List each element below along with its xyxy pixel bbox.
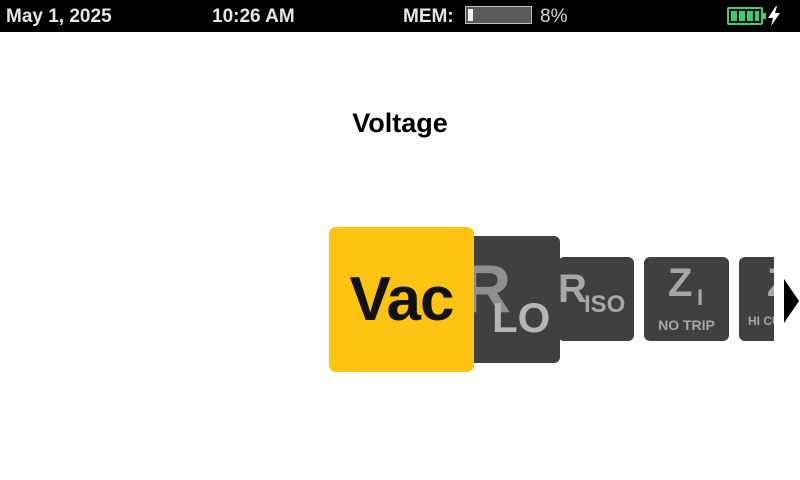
memory-usage-bar [465,6,532,24]
mode-tile-riso[interactable]: R ISO [558,257,634,341]
battery-cell [739,11,745,21]
status-date: May 1, 2025 [6,6,112,27]
mode-caption: HI CU [748,314,774,328]
chevron-right-icon[interactable] [782,278,800,324]
mode-subscript: LO [492,294,551,341]
mode-label-vac: Vac [349,265,455,334]
mode-subscript: ISO [584,291,626,318]
memory-usage-fill [468,9,473,21]
lightning-bolt-icon [768,6,780,26]
status-bar: May 1, 2025 10:26 AM MEM: 8% [0,0,800,32]
memory-label: MEM: [403,6,454,27]
mode-symbol: R [558,267,587,311]
battery-cell [747,11,753,21]
page-title: Voltage [352,108,448,138]
mode-tile-rlo[interactable]: R LO [460,236,560,363]
mode-symbol: Z [767,261,774,306]
mode-symbol: Z [668,261,693,305]
battery-full-icon [727,7,766,25]
status-time: 10:26 AM [212,6,295,27]
mode-tile-vac[interactable]: Vac [329,227,474,372]
mode-tile-zi-hi-current[interactable]: Z HI CU [739,257,774,341]
battery-cell [755,11,759,21]
memory-percent: 8% [540,6,568,27]
battery-cell [731,11,737,21]
mode-tile-zi-no-trip[interactable]: Z I NO TRIP [644,257,729,341]
mode-subscript: I [697,285,704,310]
mode-caption: NO TRIP [658,317,715,333]
